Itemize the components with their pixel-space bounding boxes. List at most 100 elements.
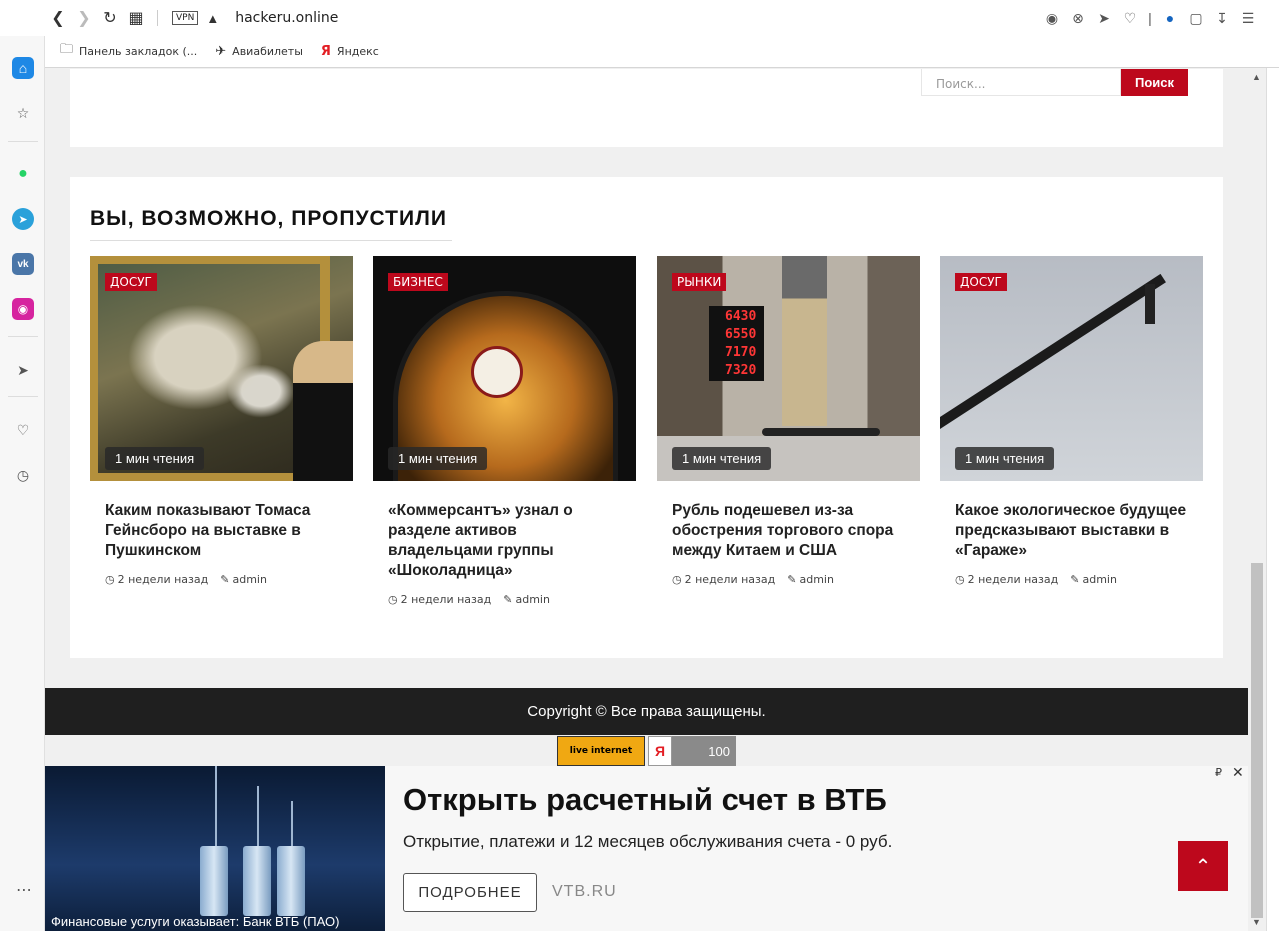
send-icon[interactable]: ➤ xyxy=(12,359,34,381)
warning-icon[interactable]: ▲ xyxy=(206,11,219,26)
article-card[interactable]: ДОСУГ 1 мин чтения Какое экологическое б… xyxy=(940,256,1203,586)
article-meta: ◷ 2 недели назад ✎ admin xyxy=(940,573,1203,586)
article-date[interactable]: 2 недели назад xyxy=(118,573,209,586)
bookmark-avia[interactable]: ✈ Авиабилеты xyxy=(215,44,303,59)
ad-domain[interactable]: VTB.RU xyxy=(552,883,617,901)
ad-banner[interactable]: Финансовые услуги оказывает: Банк ВТБ (П… xyxy=(45,764,1248,931)
box-icon[interactable]: ▢ xyxy=(1185,6,1207,30)
copyright-text: Copyright © Все права защищены. xyxy=(527,703,766,720)
article-meta: ◷ 2 недели назад ✎ admin xyxy=(373,593,636,606)
download-icon[interactable]: ↧ xyxy=(1211,6,1233,30)
vpn-badge[interactable]: VPN xyxy=(172,11,199,25)
article-date[interactable]: 2 недели назад xyxy=(968,573,1059,586)
article-image[interactable]: БИЗНЕС 1 мин чтения xyxy=(373,256,636,481)
article-title[interactable]: Каким показывают Томаса Гейнсборо на выс… xyxy=(90,501,353,561)
star-icon[interactable]: ☆ xyxy=(12,102,34,124)
address-bar[interactable]: hackeru.online xyxy=(235,10,338,26)
article-meta: ◷ 2 недели назад ✎ admin xyxy=(657,573,920,586)
category-badge[interactable]: ДОСУГ xyxy=(105,273,157,291)
reload-icon[interactable]: ↻ xyxy=(97,5,123,31)
scroll-top-button[interactable]: ⌃ xyxy=(1178,841,1228,891)
sculpture-figure xyxy=(1145,284,1155,324)
bookmark-label: Авиабилеты xyxy=(232,44,303,58)
back-icon[interactable]: ❮ xyxy=(45,5,71,31)
edit-icon: ✎ xyxy=(503,593,513,606)
bookmark-yandex[interactable]: Я Яндекс xyxy=(321,44,379,59)
article-image[interactable]: ДОСУГ 1 мин чтения xyxy=(940,256,1203,481)
divider xyxy=(8,336,38,337)
article-title[interactable]: Рубль подешевел из-за обострения торгово… xyxy=(657,501,920,561)
instagram-icon[interactable]: ◉ xyxy=(12,298,34,320)
article-card[interactable]: ДОСУГ 1 мин чтения Каким показывают Тома… xyxy=(90,256,353,586)
ad-more-button[interactable]: ПОДРОБНЕЕ xyxy=(403,873,537,912)
article-card[interactable]: БИЗНЕС 1 мин чтения «Коммерсантъ» узнал … xyxy=(373,256,636,606)
browser-toolbar: ❮ ❯ ↻ ▦ VPN ▲ hackeru.online ◉ ⊗ ➤ ♡ | ●… xyxy=(0,0,1279,68)
adblock-icon[interactable]: ⊗ xyxy=(1067,6,1089,30)
thread-spool xyxy=(200,846,228,916)
whatsapp-icon[interactable]: ● xyxy=(12,163,34,185)
tabs-grid-icon[interactable]: ▦ xyxy=(123,5,149,31)
edit-icon: ✎ xyxy=(220,573,230,586)
divider xyxy=(157,10,158,26)
read-time: 1 мин чтения xyxy=(955,447,1055,470)
article-author[interactable]: admin xyxy=(799,573,833,586)
category-badge[interactable]: РЫНКИ xyxy=(672,273,727,291)
category-badge[interactable]: БИЗНЕС xyxy=(388,273,448,291)
search-input[interactable]: Поиск... xyxy=(921,69,1121,96)
edit-icon: ✎ xyxy=(1070,573,1080,586)
edit-icon: ✎ xyxy=(787,573,797,586)
article-author[interactable]: admin xyxy=(1082,573,1116,586)
heart-icon[interactable]: ♡ xyxy=(12,419,34,441)
clock-icon[interactable]: ◷ xyxy=(12,464,34,486)
search-button[interactable]: Поиск xyxy=(1121,69,1188,96)
thread-spool xyxy=(277,846,305,916)
article-date[interactable]: 2 недели назад xyxy=(401,593,492,606)
yandex-counter[interactable]: Я 100 xyxy=(648,736,736,766)
ad-title[interactable]: Открыть расчетный счет в ВТБ xyxy=(403,782,887,818)
close-icon[interactable]: ✕ xyxy=(1232,764,1244,781)
vk-icon[interactable]: vk xyxy=(12,253,34,275)
ad-image[interactable]: Финансовые услуги оказывает: Банк ВТБ (П… xyxy=(45,766,385,931)
thread-spool xyxy=(243,846,271,916)
forward-icon[interactable]: ❯ xyxy=(71,5,97,31)
missed-section: ВЫ, ВОЗМОЖНО, ПРОПУСТИЛИ ДОСУГ 1 мин чте… xyxy=(70,177,1223,658)
article-date[interactable]: 2 недели назад xyxy=(685,573,776,586)
article-title[interactable]: Какое экологическое будущее предсказываю… xyxy=(940,501,1203,561)
scrollbar[interactable]: ▲ ▼ xyxy=(1248,68,1266,931)
liveinternet-counter[interactable]: live internet xyxy=(557,736,645,766)
category-badge[interactable]: ДОСУГ xyxy=(955,273,1007,291)
cart-icon[interactable]: ● xyxy=(1159,6,1181,30)
camera-icon[interactable]: ◉ xyxy=(1041,6,1063,30)
article-card[interactable]: 6430 6550 7170 7320 РЫНКИ 1 мин чтения Р… xyxy=(657,256,920,586)
rate-value: 7320 xyxy=(725,363,757,378)
footer: Copyright © Все права защищены. xyxy=(45,688,1248,735)
scroll-down-icon[interactable]: ▼ xyxy=(1252,917,1261,927)
article-author[interactable]: admin xyxy=(232,573,266,586)
rate-value: 6550 xyxy=(725,327,757,342)
yandex-icon: Я xyxy=(648,736,672,766)
clock-icon: ◷ xyxy=(388,593,398,606)
article-image[interactable]: ДОСУГ 1 мин чтения xyxy=(90,256,353,481)
rate-value: 6430 xyxy=(725,309,757,324)
divider xyxy=(8,141,38,142)
yandex-icon: Я xyxy=(320,43,331,59)
bookmark-panel[interactable]: 🗀 Панель закладок (... xyxy=(60,40,197,62)
article-image[interactable]: 6430 6550 7170 7320 РЫНКИ 1 мин чтения xyxy=(657,256,920,481)
bookmarks-bar: 🗀 Панель закладок (... ✈ Авиабилеты Я Ян… xyxy=(60,40,379,62)
browser-sidebar: ⌂ ☆ ● ➤ vk ◉ ➤ ♡ ◷ xyxy=(0,36,45,931)
menu-icon[interactable]: ☰ xyxy=(1237,6,1259,30)
more-icon[interactable]: ⋯ xyxy=(16,880,32,900)
telegram-icon[interactable]: ➤ xyxy=(12,208,34,230)
article-author[interactable]: admin xyxy=(515,593,549,606)
scroll-up-icon[interactable]: ▲ xyxy=(1252,72,1261,82)
home-icon[interactable]: ⌂ xyxy=(12,57,34,79)
read-time: 1 мин чтения xyxy=(105,447,205,470)
article-title[interactable]: «Коммерсантъ» узнал о разделе активов вл… xyxy=(373,501,636,581)
ladder xyxy=(940,273,1166,441)
skater-figure xyxy=(782,256,827,426)
ad-ruble-icon[interactable]: ₽ xyxy=(1215,766,1222,779)
heart-icon[interactable]: ♡ xyxy=(1119,6,1141,30)
yandex-counter-value: 100 xyxy=(708,743,730,759)
send-icon[interactable]: ➤ xyxy=(1093,6,1115,30)
scrollbar-thumb[interactable] xyxy=(1251,563,1263,918)
